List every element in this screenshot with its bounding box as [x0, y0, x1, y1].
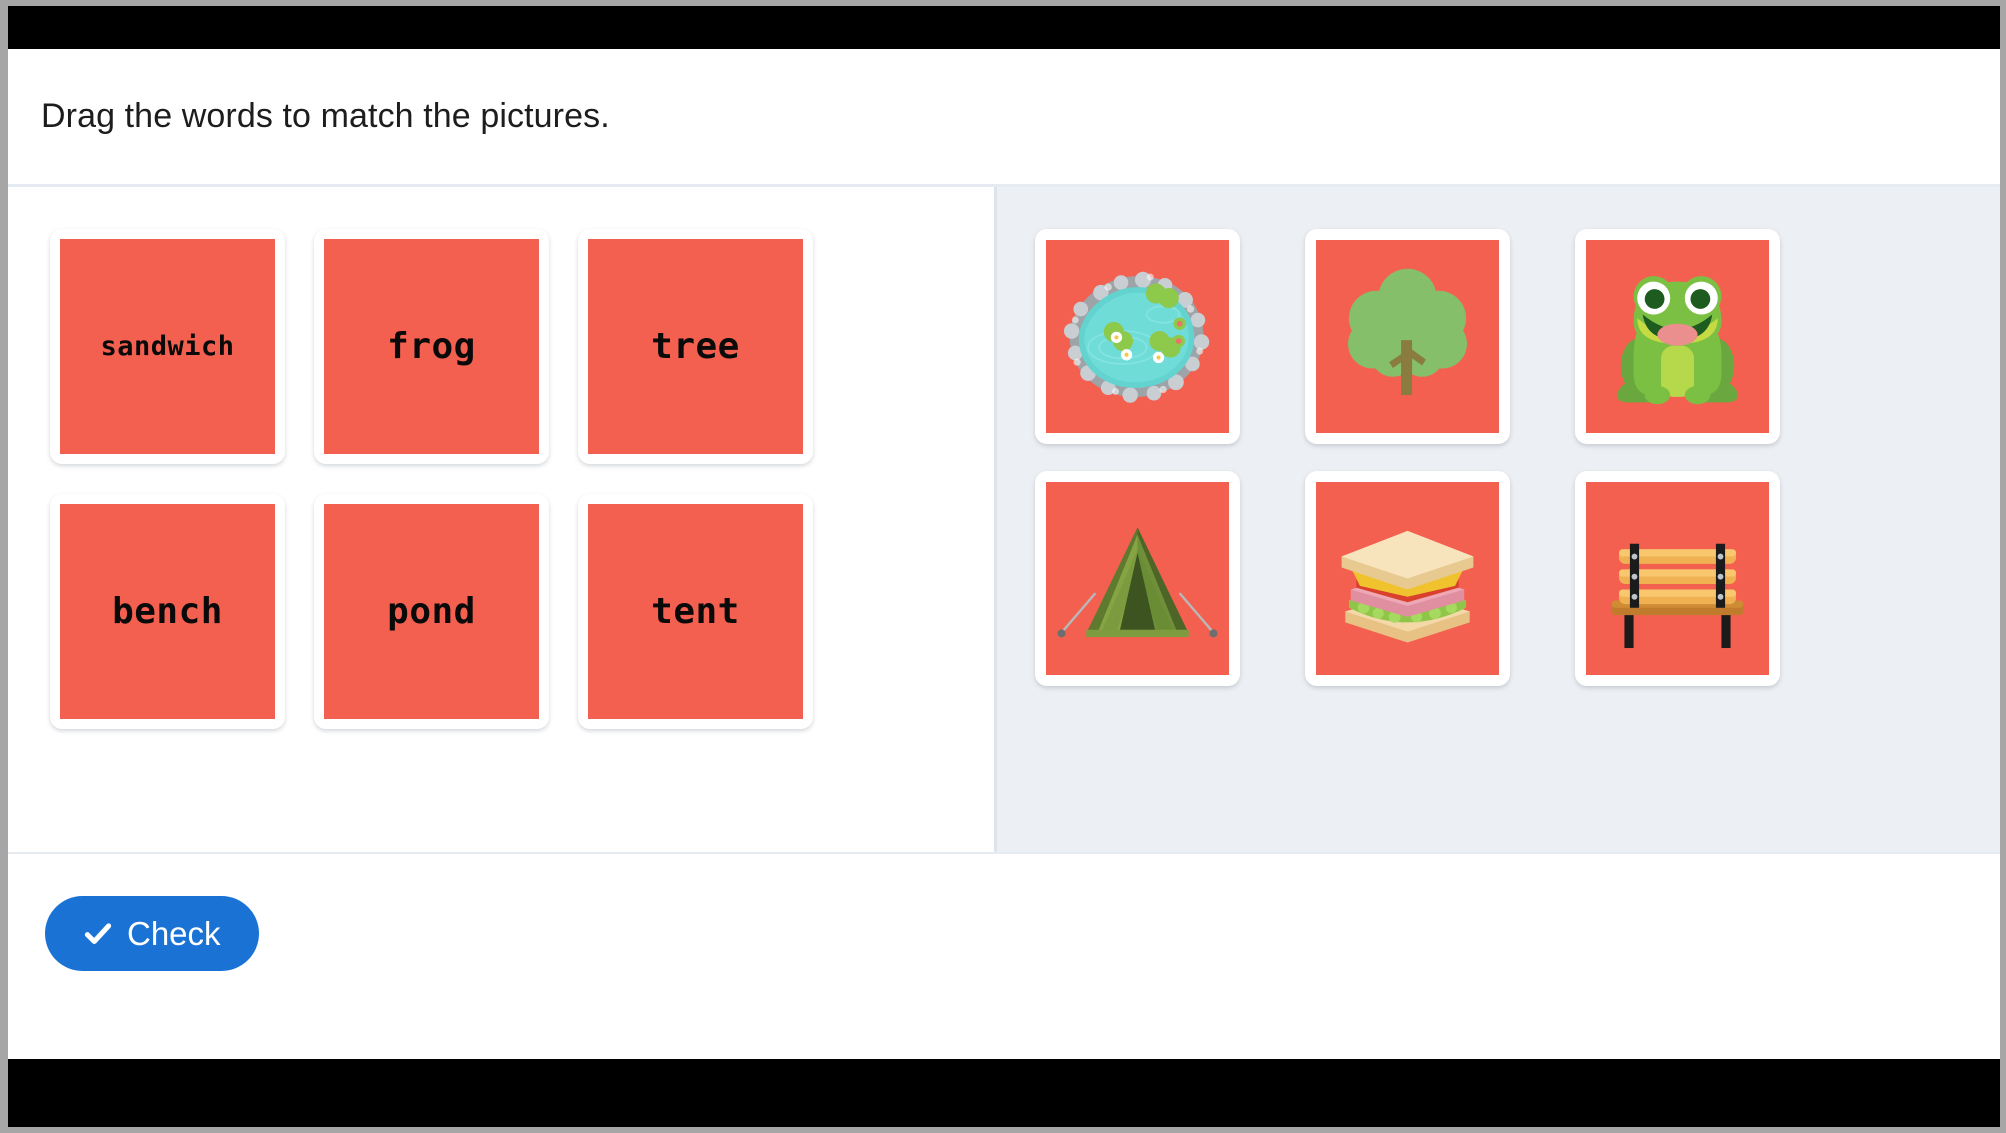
check-button[interactable]: Check: [45, 896, 259, 971]
word-card-pond[interactable]: pond: [314, 494, 549, 729]
word-card-tent[interactable]: tent: [578, 494, 813, 729]
instruction-bar: Drag the words to match the pictures.: [8, 49, 2000, 187]
picture-tile: [1316, 240, 1499, 433]
picture-card-frog[interactable]: [1575, 229, 1780, 444]
picture-card-tree[interactable]: [1305, 229, 1510, 444]
picture-card-tent[interactable]: [1035, 471, 1240, 686]
tent-icon: [1057, 527, 1218, 638]
word-label: sandwich: [100, 331, 235, 362]
footer-bar: Check: [8, 854, 2000, 1059]
bench-icon: [1611, 543, 1744, 649]
word-tile: tree: [588, 239, 803, 454]
word-tile: tent: [588, 504, 803, 719]
word-label: pond: [387, 591, 476, 632]
word-label: frog: [387, 326, 476, 367]
picture-tile: [1046, 240, 1229, 433]
activity-body: Drag the words to match the pictures. sa…: [8, 49, 2000, 1059]
word-label: tree: [651, 326, 740, 367]
word-grid: sandwich frog tree bench pond tent: [50, 229, 994, 729]
bottom-letterbox-bar: [8, 1059, 2000, 1127]
pond-icon: [1063, 271, 1210, 403]
word-label: bench: [112, 591, 223, 632]
word-card-bench[interactable]: bench: [50, 494, 285, 729]
picture-tile: [1586, 240, 1769, 433]
instruction-text: Drag the words to match the pictures.: [41, 97, 610, 135]
word-bank-panel: sandwich frog tree bench pond tent: [8, 187, 997, 852]
picture-tile: [1316, 482, 1499, 675]
app-frame: Drag the words to match the pictures. sa…: [8, 6, 2000, 1127]
checkmark-icon: [84, 922, 112, 944]
word-card-sandwich[interactable]: sandwich: [50, 229, 285, 464]
picture-grid: [1035, 229, 2000, 686]
sandwich-icon: [1341, 530, 1474, 643]
picture-tile: [1586, 482, 1769, 675]
word-label: tent: [651, 591, 740, 632]
picture-tile: [1046, 482, 1229, 675]
tree-icon: [1348, 268, 1467, 396]
picture-card-pond[interactable]: [1035, 229, 1240, 444]
frog-icon: [1617, 276, 1738, 405]
panels-container: sandwich frog tree bench pond tent: [8, 187, 2000, 854]
picture-card-bench[interactable]: [1575, 471, 1780, 686]
word-tile: frog: [324, 239, 539, 454]
word-tile: bench: [60, 504, 275, 719]
word-tile: sandwich: [60, 239, 275, 454]
word-tile: pond: [324, 504, 539, 719]
picture-drop-panel: [997, 187, 2000, 852]
word-card-frog[interactable]: frog: [314, 229, 549, 464]
top-letterbox-bar: [8, 6, 2000, 49]
picture-card-sandwich[interactable]: [1305, 471, 1510, 686]
word-card-tree[interactable]: tree: [578, 229, 813, 464]
check-button-label: Check: [127, 914, 221, 952]
